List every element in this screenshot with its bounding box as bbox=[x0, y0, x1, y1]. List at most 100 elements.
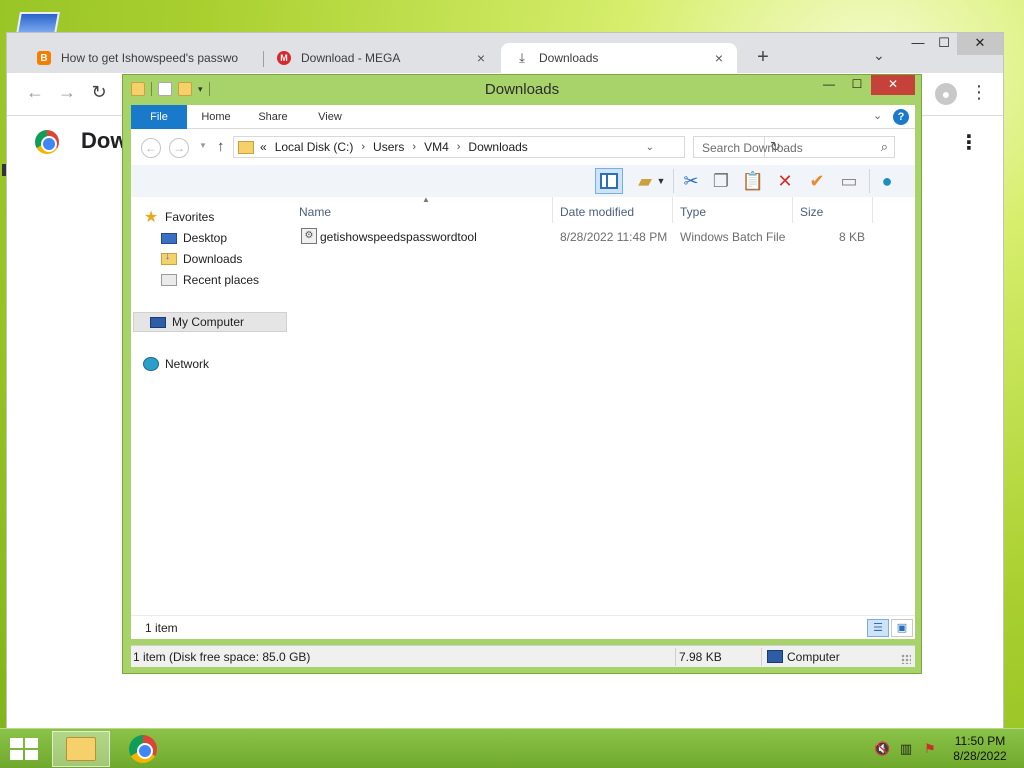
maximize-button[interactable]: ☐ bbox=[843, 75, 871, 95]
address-dropdown-icon[interactable]: ⌄ bbox=[642, 142, 658, 153]
nav-my-computer[interactable]: My Computer bbox=[133, 312, 287, 332]
column-header-size[interactable]: Size bbox=[800, 205, 823, 219]
shell-globe-icon[interactable]: ● bbox=[873, 168, 901, 194]
expand-ribbon-icon[interactable]: ⌄ bbox=[873, 109, 882, 122]
rename-field-icon[interactable]: ▭ bbox=[835, 168, 863, 194]
column-header-type[interactable]: Type bbox=[680, 205, 706, 219]
navigation-pane: ★ Favorites Desktop Downloads Recent pla… bbox=[131, 197, 291, 615]
taskbar: 🔇 ▥ ⚑ 11:50 PM 8/28/2022 bbox=[0, 728, 1024, 768]
forward-arrow-icon[interactable]: → bbox=[169, 138, 189, 158]
recent-locations-icon[interactable]: ▼ bbox=[199, 141, 207, 150]
address-bar[interactable]: « Local Disk (C:) › Users › VM4 › Downlo… bbox=[233, 136, 781, 158]
taskbar-file-explorer-button[interactable] bbox=[52, 731, 110, 767]
nav-downloads[interactable]: Downloads bbox=[161, 249, 242, 269]
taskbar-clock[interactable]: 11:50 PM 8/28/2022 bbox=[948, 734, 1012, 764]
computer-icon bbox=[767, 650, 783, 663]
tab-title: How to get Ishowspeed's passwo bbox=[61, 51, 239, 65]
chrome-menu-icon[interactable]: ⋮ bbox=[969, 82, 989, 102]
status-disk-space: 1 item (Disk free space: 85.0 GB) bbox=[133, 650, 311, 664]
tab-file[interactable]: File bbox=[131, 105, 187, 129]
page-more-icon[interactable]: ⋮ bbox=[959, 130, 979, 155]
windows-start-icon[interactable] bbox=[10, 738, 38, 760]
nav-recent-places[interactable]: Recent places bbox=[161, 270, 259, 290]
tab-title: Downloads bbox=[539, 51, 599, 65]
delete-icon[interactable]: ✕ bbox=[771, 168, 799, 194]
network-icon bbox=[143, 357, 159, 371]
recent-places-icon bbox=[161, 274, 177, 286]
rename-check-icon[interactable]: ✔ bbox=[803, 168, 831, 194]
blogger-icon: B bbox=[37, 51, 51, 65]
breadcrumb-overflow[interactable]: « bbox=[260, 140, 267, 154]
close-tab-icon[interactable]: × bbox=[473, 50, 489, 66]
tab-downloads[interactable]: ⤓ Downloads × bbox=[501, 43, 737, 73]
status-divider bbox=[675, 648, 676, 666]
nav-label: Network bbox=[165, 357, 210, 371]
search-icon[interactable]: ⌕ bbox=[881, 139, 888, 155]
file-type: Windows Batch File bbox=[680, 230, 786, 244]
copy-icon[interactable]: ❐ bbox=[707, 168, 735, 194]
breadcrumb-local-disk[interactable]: Local Disk (C:) bbox=[275, 140, 354, 154]
file-name: getishowspeedspasswordtool bbox=[320, 230, 477, 244]
minimize-button[interactable]: — bbox=[815, 75, 843, 95]
breadcrumb-chevron-icon[interactable]: › bbox=[457, 141, 461, 153]
nav-label: Downloads bbox=[183, 252, 243, 266]
batch-file-icon: ⚙ bbox=[301, 228, 317, 244]
tab-view[interactable]: View bbox=[307, 105, 353, 129]
file-explorer-icon bbox=[66, 737, 96, 761]
breadcrumb-vm4[interactable]: VM4 bbox=[424, 140, 449, 154]
nav-label: Recent places bbox=[183, 273, 260, 287]
up-arrow-icon[interactable]: ↑ bbox=[217, 138, 225, 155]
tab-ishowspeed-blog[interactable]: B How to get Ishowspeed's passwo bbox=[23, 43, 259, 73]
reload-icon[interactable]: ↻ bbox=[87, 82, 111, 103]
preview-pane-button[interactable] bbox=[595, 168, 623, 194]
download-icon: ⤓ bbox=[519, 50, 525, 65]
volume-muted-icon[interactable]: 🔇 bbox=[874, 741, 890, 757]
column-divider[interactable] bbox=[792, 197, 793, 223]
taskbar-chrome-button[interactable] bbox=[114, 731, 172, 767]
tab-home[interactable]: Home bbox=[193, 105, 239, 129]
status-size: 7.98 KB bbox=[679, 650, 722, 664]
tab-share[interactable]: Share bbox=[249, 105, 297, 129]
status-location: Computer bbox=[787, 650, 840, 664]
large-icons-view-icon[interactable]: ▣ bbox=[891, 619, 913, 637]
computer-icon bbox=[150, 316, 166, 328]
column-header-name[interactable]: Name bbox=[299, 205, 331, 219]
column-divider[interactable] bbox=[872, 197, 873, 223]
column-header-date-modified[interactable]: Date modified bbox=[560, 205, 634, 219]
forward-arrow-icon[interactable]: → bbox=[55, 82, 79, 103]
breadcrumb-downloads[interactable]: Downloads bbox=[468, 140, 527, 154]
column-divider[interactable] bbox=[672, 197, 673, 223]
maximize-button[interactable]: ☐ bbox=[929, 33, 959, 55]
network-status-icon[interactable]: ▥ bbox=[898, 741, 914, 757]
close-tab-icon[interactable]: × bbox=[711, 50, 727, 66]
preview-pane-icon bbox=[600, 173, 618, 189]
close-button[interactable]: ✕ bbox=[871, 75, 915, 95]
chrome-icon bbox=[129, 735, 157, 763]
nav-network[interactable]: Network bbox=[143, 354, 209, 374]
properties-dropdown-icon[interactable]: ▼ bbox=[653, 168, 669, 194]
file-row[interactable]: ⚙ getishowspeedspasswordtool 8/28/2022 1… bbox=[297, 227, 883, 247]
back-arrow-icon[interactable]: ← bbox=[141, 138, 161, 158]
profile-avatar-icon[interactable]: ● bbox=[935, 83, 957, 105]
details-view-icon[interactable]: ☰ bbox=[867, 619, 889, 637]
breadcrumb-chevron-icon[interactable]: › bbox=[361, 141, 365, 153]
nav-desktop[interactable]: Desktop bbox=[161, 228, 227, 248]
breadcrumb-chevron-icon[interactable]: › bbox=[412, 141, 416, 153]
action-center-alert-icon[interactable]: ⚑ bbox=[922, 741, 938, 757]
breadcrumb-users[interactable]: Users bbox=[373, 140, 404, 154]
column-divider[interactable] bbox=[552, 197, 553, 223]
nav-label: Desktop bbox=[183, 231, 228, 245]
tab-search-chevron-icon[interactable]: ⌄ bbox=[873, 47, 885, 64]
new-tab-button[interactable]: + bbox=[751, 46, 775, 69]
paste-icon[interactable]: 📋 bbox=[739, 168, 767, 194]
close-button[interactable]: ✕ bbox=[957, 33, 1003, 55]
resize-grip-icon[interactable] bbox=[901, 654, 911, 664]
nav-favorites[interactable]: ★ Favorites bbox=[143, 207, 215, 227]
cut-icon[interactable]: ✂ bbox=[677, 168, 705, 194]
back-arrow-icon[interactable]: ← bbox=[23, 82, 47, 103]
clock-time: 11:50 PM bbox=[954, 734, 1006, 748]
search-input[interactable]: Search Downloads ⌕ bbox=[693, 136, 895, 158]
help-icon[interactable]: ? bbox=[893, 109, 909, 125]
search-placeholder: Search Downloads bbox=[702, 141, 803, 155]
tab-mega-download[interactable]: M Download - MEGA × bbox=[263, 43, 499, 73]
